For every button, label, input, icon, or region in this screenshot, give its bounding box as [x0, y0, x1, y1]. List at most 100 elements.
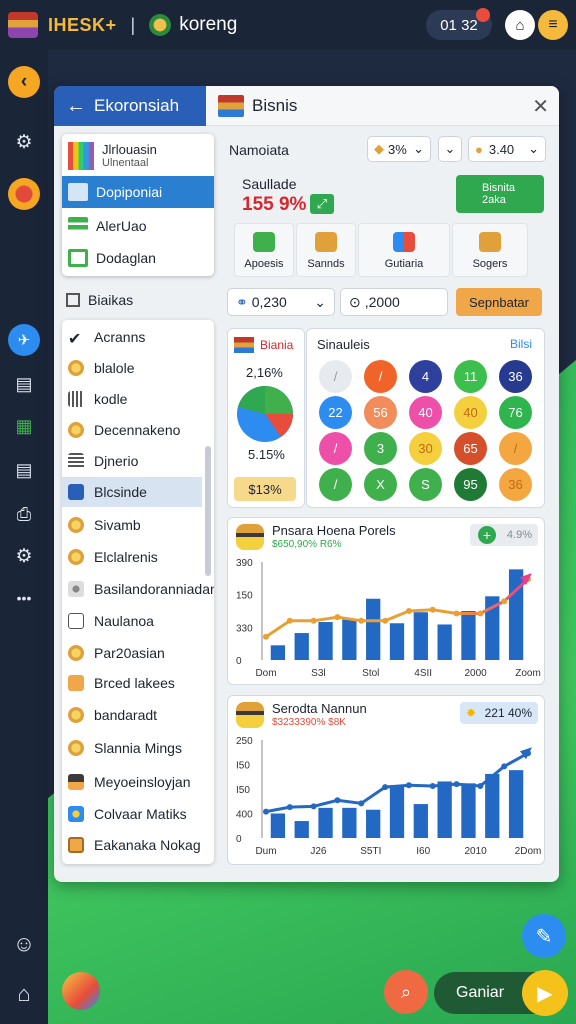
- chart-bar[interactable]: [294, 821, 309, 838]
- gear-icon[interactable]: ⚙: [8, 126, 40, 158]
- dropdown-item[interactable]: AlerUao: [62, 210, 214, 242]
- dot-button[interactable]: S: [409, 468, 442, 501]
- line-point[interactable]: [501, 763, 508, 770]
- line-point[interactable]: [477, 610, 484, 617]
- line-point[interactable]: [286, 617, 293, 624]
- panel-back-header[interactable]: ← Ekoronsiah: [54, 86, 206, 126]
- chart-bar[interactable]: [437, 781, 452, 838]
- line-point[interactable]: [286, 804, 293, 811]
- line-point[interactable]: [429, 606, 436, 613]
- list-item[interactable]: Djnerio: [62, 446, 202, 476]
- dot-button[interactable]: 30: [409, 432, 442, 465]
- chevron-down-icon[interactable]: ⌄: [438, 136, 462, 162]
- category-apoesis[interactable]: Apoesis: [234, 223, 294, 277]
- list-item[interactable]: Meyoeinsloyjan: [62, 767, 202, 797]
- list-item[interactable]: bandaradt: [62, 700, 202, 730]
- account-icon[interactable]: [149, 14, 172, 36]
- chart-bar[interactable]: [294, 633, 309, 660]
- account-name[interactable]: koreng: [179, 14, 237, 36]
- chart-bar[interactable]: [508, 569, 524, 660]
- back-icon[interactable]: ‹: [8, 66, 40, 98]
- list-item[interactable]: Brced lakees: [62, 668, 202, 698]
- category-sogers[interactable]: Sogers: [452, 223, 528, 277]
- dot-button[interactable]: 36: [499, 360, 532, 393]
- line-point[interactable]: [501, 598, 508, 605]
- plus-icon[interactable]: +: [478, 526, 496, 544]
- list-item[interactable]: Par20asian: [62, 638, 202, 668]
- play-icon[interactable]: ▶: [522, 970, 568, 1016]
- line-point[interactable]: [405, 608, 412, 614]
- dot-button[interactable]: 22: [319, 396, 352, 429]
- plane-icon[interactable]: ✈: [8, 324, 40, 356]
- list-item[interactable]: Colvaar Matiks: [62, 799, 202, 829]
- dot-button[interactable]: 56: [364, 396, 397, 429]
- dot-button[interactable]: 11: [454, 360, 487, 393]
- line-point[interactable]: [477, 782, 484, 789]
- dot-button[interactable]: 65: [454, 432, 487, 465]
- chart-bar[interactable]: [508, 770, 524, 838]
- dot-button[interactable]: /: [499, 432, 532, 465]
- more-icon[interactable]: •••: [8, 582, 40, 614]
- home-icon[interactable]: ⌂: [8, 978, 40, 1010]
- line-point[interactable]: [453, 610, 460, 617]
- category-sannds[interactable]: Sannds: [296, 223, 356, 277]
- search-fab-button[interactable]: ⌕: [384, 970, 428, 1014]
- clock-display[interactable]: 01 32: [426, 8, 492, 40]
- home-icon[interactable]: ⌂: [505, 10, 535, 40]
- line-point[interactable]: [310, 617, 317, 624]
- dot-button[interactable]: 40: [454, 396, 487, 429]
- chart-icon[interactable]: ▦: [8, 410, 40, 442]
- avatar-icon[interactable]: [8, 178, 40, 210]
- close-icon[interactable]: ✕: [532, 94, 549, 119]
- line-point[interactable]: [334, 614, 341, 621]
- list-item[interactable]: Naulanoa: [62, 606, 202, 636]
- line-point[interactable]: [453, 781, 460, 788]
- list-item[interactable]: Elclalrenis: [62, 542, 202, 572]
- dot-button[interactable]: X: [364, 468, 397, 501]
- sepnbatar-button[interactable]: Sepnbatar: [456, 288, 542, 316]
- line-point[interactable]: [263, 633, 269, 640]
- value-select[interactable]: ● 3.40 ⌄: [468, 136, 546, 162]
- document-icon[interactable]: ▤: [8, 454, 40, 486]
- dot-button[interactable]: 4: [409, 360, 442, 393]
- dot-button[interactable]: /: [364, 360, 397, 393]
- line-point[interactable]: [310, 803, 317, 810]
- list-item[interactable]: ✔ Acranns: [62, 322, 202, 352]
- chart-bar[interactable]: [270, 645, 286, 660]
- search-a-select[interactable]: ⚭ 0,230 ⌄: [227, 288, 335, 316]
- list-item[interactable]: Basilandoranniadan: [62, 574, 214, 604]
- list-item[interactable]: kodle: [62, 384, 202, 414]
- list-scrollbar[interactable]: [205, 446, 211, 576]
- line-point[interactable]: [429, 782, 436, 789]
- line-point[interactable]: [382, 784, 389, 791]
- line-point[interactable]: [263, 808, 269, 815]
- document-icon[interactable]: ▤: [8, 368, 40, 400]
- chart-bar[interactable]: [389, 623, 405, 660]
- chart-bar[interactable]: [389, 785, 405, 838]
- list-item[interactable]: blalole: [62, 353, 202, 383]
- chart-bar[interactable]: [270, 813, 286, 839]
- line-point[interactable]: [405, 782, 412, 789]
- chart-bar[interactable]: [413, 612, 428, 660]
- line-point[interactable]: [358, 617, 365, 624]
- chart-bar[interactable]: [318, 807, 333, 838]
- dropdown-item[interactable]: Dopiponiai: [62, 176, 214, 208]
- chart-bar[interactable]: [413, 804, 428, 838]
- chart-bar[interactable]: [461, 611, 476, 660]
- printer-icon[interactable]: ⎙: [8, 498, 40, 530]
- chart-bar[interactable]: [461, 783, 476, 838]
- bisnita-button[interactable]: Bisnita 2aka: [456, 175, 544, 213]
- chart-bar[interactable]: [485, 773, 500, 838]
- chart-bar[interactable]: [342, 807, 357, 838]
- chart-bar[interactable]: [342, 619, 357, 660]
- arrow-left-icon[interactable]: ←: [66, 95, 86, 118]
- chart-bar[interactable]: [366, 809, 381, 838]
- dot-button[interactable]: /: [319, 432, 352, 465]
- list-item[interactable]: Eakanaka Nokag: [62, 830, 202, 860]
- app-launcher-icon[interactable]: [62, 972, 100, 1010]
- menu-icon[interactable]: ≡: [538, 10, 568, 40]
- search-b-input[interactable]: ⊙ ,2000: [340, 288, 448, 316]
- sim-link[interactable]: Bilsi: [510, 337, 532, 351]
- dot-button[interactable]: 40: [409, 396, 442, 429]
- line-point[interactable]: [382, 617, 389, 624]
